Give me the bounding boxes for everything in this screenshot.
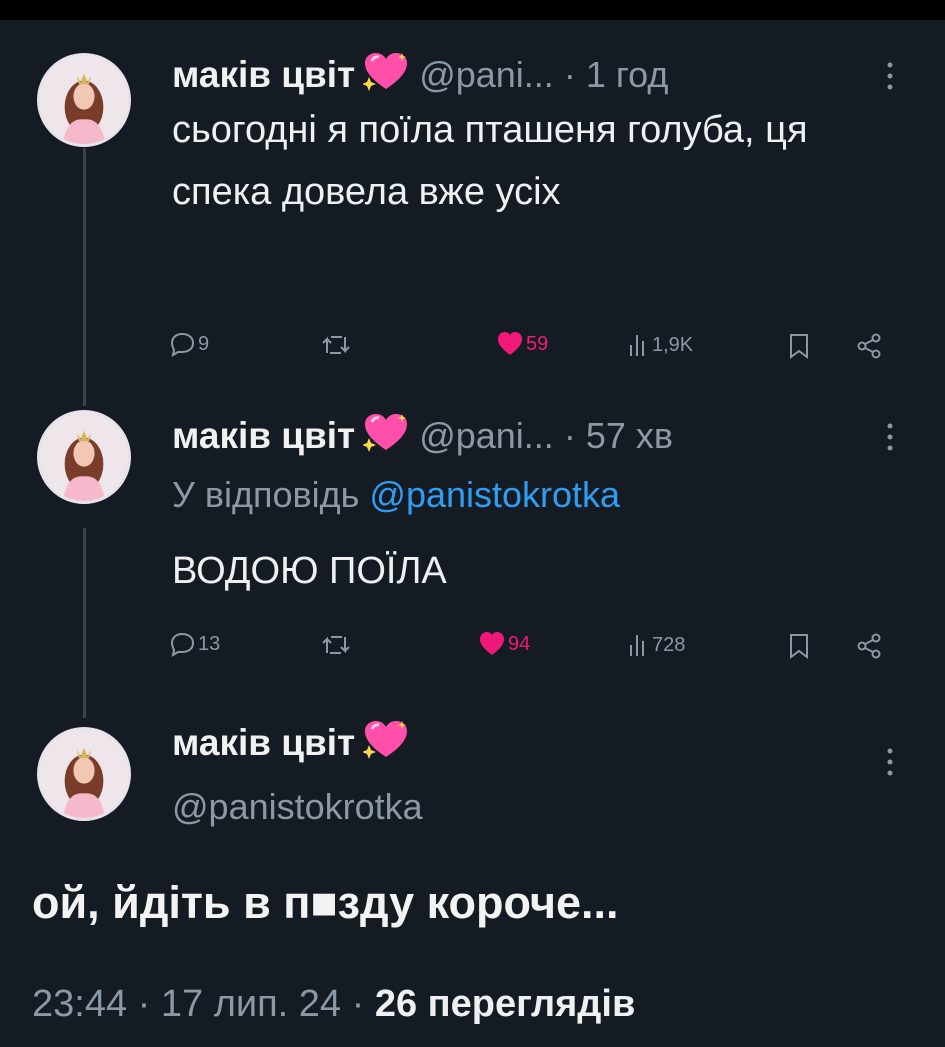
tweet-text: ВОДОЮ ПОЇЛА xyxy=(172,550,447,592)
reply-count: 13 xyxy=(198,632,221,655)
bookmark-icon xyxy=(788,333,810,359)
tweet-actions: 9 59 1,9K xyxy=(168,327,888,367)
timestamp[interactable]: 57 хв xyxy=(586,415,673,457)
reply-icon xyxy=(168,331,196,357)
like-button[interactable]: 94 xyxy=(478,631,530,657)
display-name[interactable]: маків цвіт xyxy=(172,54,355,96)
tweet-meta-footer: 23:44 · 17 лип. 24 · 26 переглядів xyxy=(32,983,635,1026)
like-icon xyxy=(478,631,506,657)
timestamp[interactable]: 1 год xyxy=(586,54,669,96)
views-icon xyxy=(628,633,650,657)
tweet-header: маків цвіт @pani... · 57 хв xyxy=(172,413,673,458)
like-count: 94 xyxy=(508,632,531,655)
reply-button[interactable]: 9 xyxy=(168,331,209,357)
more-icon[interactable] xyxy=(884,62,896,90)
thread-line-2 xyxy=(83,528,86,718)
retweet-button[interactable] xyxy=(320,333,352,357)
sparkling-heart-icon xyxy=(362,720,409,765)
like-icon xyxy=(496,331,524,357)
more-icon[interactable] xyxy=(884,748,896,776)
top-status-strip xyxy=(0,0,945,20)
reply-context: У відповідь @panistokrotka xyxy=(172,474,620,516)
share-button[interactable] xyxy=(856,633,882,659)
reply-icon xyxy=(168,631,196,657)
bookmark-icon xyxy=(788,633,810,659)
reply-prefix: У відповідь xyxy=(172,474,370,515)
views-count: 26 xyxy=(374,983,418,1025)
sparkling-heart-icon xyxy=(362,413,409,458)
separator-dot: · xyxy=(563,53,576,95)
like-button[interactable]: 59 xyxy=(496,331,548,357)
views-count: 728 xyxy=(652,633,686,656)
retweet-button[interactable] xyxy=(320,633,352,657)
retweet-icon xyxy=(320,333,352,357)
retweet-icon xyxy=(320,633,352,657)
avatar[interactable] xyxy=(37,410,131,504)
username-handle[interactable]: @pani... xyxy=(419,54,554,96)
display-name[interactable]: маків цвіт xyxy=(172,722,355,764)
avatar[interactable] xyxy=(37,727,131,821)
bookmark-button[interactable] xyxy=(788,633,810,659)
main-tweet-text: ой, йдіть в п■зду короче... xyxy=(32,877,619,928)
views-button[interactable]: 728 xyxy=(628,633,685,657)
reply-count: 9 xyxy=(198,332,210,355)
username-handle[interactable]: @pani... xyxy=(419,415,554,457)
bookmark-button[interactable] xyxy=(788,333,810,359)
separator-dot: · xyxy=(563,414,576,456)
more-icon[interactable] xyxy=(884,423,896,451)
post-timestamp[interactable]: 23:44 · 17 лип. 24 · xyxy=(32,983,375,1025)
sparkling-heart-icon xyxy=(362,52,409,97)
views-label: переглядів xyxy=(417,983,636,1025)
display-name[interactable]: маків цвіт xyxy=(172,415,355,457)
share-button[interactable] xyxy=(856,333,882,359)
tweet-text: сьогодні я поїла пташеня голуба, ця спек… xyxy=(172,109,808,213)
share-icon xyxy=(856,633,882,659)
share-icon xyxy=(856,333,882,359)
tweet-header: маків цвіт xyxy=(172,720,419,765)
username-handle[interactable]: @panistokrotka xyxy=(172,786,423,828)
tweet-header: маків цвіт @pani... · 1 год xyxy=(172,52,668,97)
thread-line-1 xyxy=(83,148,86,406)
like-count: 59 xyxy=(526,332,549,355)
reply-button[interactable]: 13 xyxy=(168,631,220,657)
views-icon xyxy=(628,333,650,357)
views-count: 1,9K xyxy=(652,333,694,356)
avatar[interactable] xyxy=(37,53,131,147)
reply-to-link[interactable]: @panistokrotka xyxy=(369,474,620,515)
views-button[interactable]: 1,9K xyxy=(628,333,693,357)
tweet-actions: 13 94 728 xyxy=(168,627,888,667)
